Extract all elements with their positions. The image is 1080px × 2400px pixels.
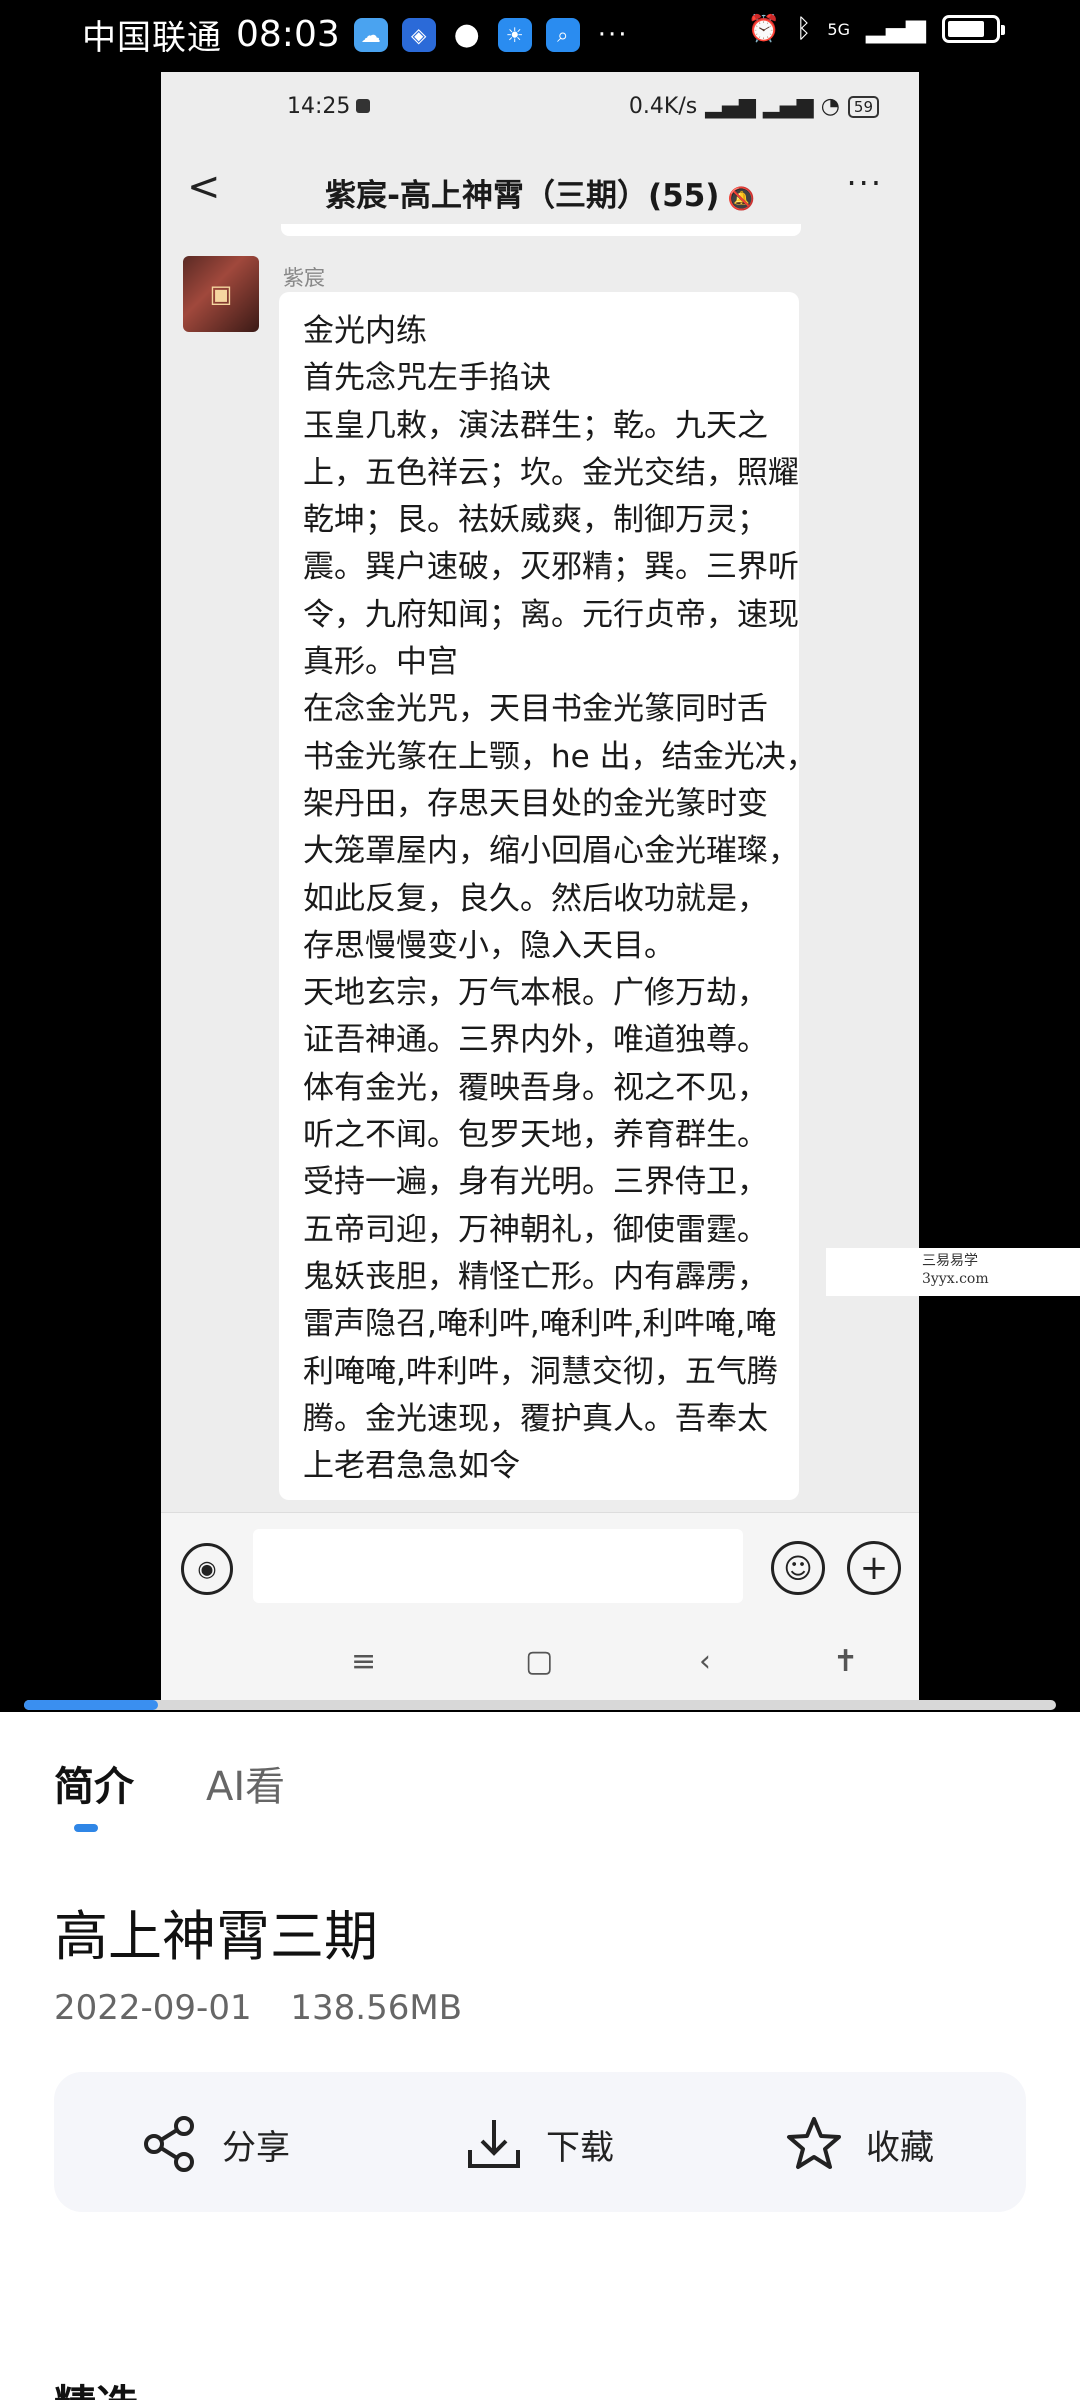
menu-icon: ≡	[351, 1644, 377, 1679]
share-button[interactable]: 分享	[140, 2114, 290, 2174]
tab-ai-view[interactable]: AI看	[206, 1754, 285, 1812]
message-line: 震。巽户速破，灭邪精；巽。三界听	[303, 549, 799, 586]
message-line: 雷声隐召,唵利吽,唵利吽,利吽唵,唵	[303, 1306, 777, 1343]
file-meta: 2022-09-01 138.56MB	[54, 1988, 462, 2028]
favorite-label: 收藏	[866, 2127, 934, 2168]
carrier-name: 中国联通	[82, 18, 222, 58]
message-line: 体有金光，覆映吾身。视之不见，	[303, 1069, 768, 1106]
message-line: 证吾神通。三界内外，唯道独尊。	[303, 1022, 768, 1059]
inner-clock: 14:25	[287, 94, 351, 119]
message-line: 上，五色祥云；坎。金光交结，照耀	[303, 454, 799, 491]
video-frame: 14:25 0.4K/s ▂▄▆ ▂▄▆ ◔ 59 < 紫宸-高上神霄（三期）(…	[161, 72, 919, 1708]
plus-icon: +	[847, 1541, 901, 1595]
inner-battery: 59	[847, 95, 879, 118]
message-bubble: 金光内练首先念咒左手掐诀玉皇几敕，演法群生；乾。九天之 上，五色祥云；坎。金光交结…	[279, 292, 817, 1500]
home-icon: ▢	[525, 1644, 554, 1679]
watermark: 三易易学 3yyx.com	[826, 1248, 1080, 1296]
accessibility-icon: ✝	[833, 1644, 859, 1679]
message-line: 如此反复，良久。然后收功就是，	[303, 880, 768, 917]
previous-message	[281, 224, 801, 236]
download-icon	[468, 2120, 520, 2168]
alarm-icon: ⏰	[747, 14, 780, 44]
watermark-title: 三易易学	[922, 1253, 978, 1269]
inner-status-bar: 14:25 0.4K/s ▂▄▆ ▂▄▆ ◔ 59	[161, 94, 919, 134]
download-button[interactable]: 下载	[464, 2114, 614, 2174]
message-line: 腾。金光速现，覆护真人。吾奉太	[303, 1400, 768, 1437]
share-icon	[144, 2116, 194, 2172]
message-line: 真形。中宫	[303, 644, 458, 681]
download-label: 下载	[546, 2127, 614, 2168]
message-line: 令，九府知闻；离。元行贞帝，速现	[303, 596, 799, 633]
info-panel: 简介 AI看 高上神霄三期 2022-09-01 138.56MB 分享 下载	[0, 1712, 1080, 2400]
tab-intro[interactable]: 简介	[54, 1754, 134, 1812]
battery-icon	[942, 15, 1005, 43]
network-type-icon: 5G	[827, 19, 850, 39]
status-bar: 中国联通 08:03 ☁ ◈ ● ☀ ⌕ ··· ⏰ ᛒ 5G ▂▄▆	[0, 0, 1080, 72]
message-line: 鬼妖丧胆，精怪亡形。内有霹雳，	[303, 1258, 768, 1295]
chat-input-bar: ◉ ☺ +	[161, 1512, 919, 1624]
favorite-button[interactable]: 收藏	[784, 2114, 934, 2174]
weather-icon: ☀	[497, 17, 532, 52]
bluetooth-icon: ᛒ	[795, 14, 812, 44]
avatar: ▣	[183, 256, 259, 332]
section-title: 精选	[54, 2372, 138, 2400]
chat-title: 紫宸-高上神霄（三期）(55)	[325, 178, 720, 214]
message-line: 利唵唵,吽利吽，洞慧交彻，五气腾	[303, 1353, 778, 1390]
message-line: 存思慢慢变小，隐入天目。	[303, 927, 675, 964]
message-line: 在念金光咒，天目书金光篆同时舌	[303, 691, 768, 728]
tab-bar: 简介 AI看	[54, 1754, 285, 1812]
more-icon: ···	[846, 164, 883, 202]
video-progress-bar[interactable]	[24, 1700, 1056, 1710]
video-player[interactable]: 14:25 0.4K/s ▂▄▆ ▂▄▆ ◔ 59 < 紫宸-高上神霄（三期）(…	[0, 72, 1080, 1708]
inner-signal-icon: ▂▄▆ ▂▄▆ ◔	[705, 94, 840, 119]
mute-icon: 🔕	[727, 187, 755, 212]
message-line: 上老君急急如令	[303, 1448, 520, 1485]
message-line: 架丹田，存思天目处的金光篆时变	[303, 785, 768, 822]
emoji-icon: ☺	[771, 1541, 825, 1595]
more-notifications-icon: ···	[597, 19, 629, 50]
progress-fill	[24, 1700, 159, 1710]
message-line: 书金光篆在上颚，he 出，结金光决，	[303, 738, 817, 775]
signal-icon: ▂▄▆	[866, 14, 926, 44]
message-line: 受持一遍，身有光明。三界侍卫，	[303, 1164, 768, 1201]
voice-icon: ◉	[181, 1543, 233, 1595]
action-bar: 分享 下载 收藏	[54, 2072, 1026, 2212]
inner-speed: 0.4K/s	[628, 94, 698, 119]
sender-name: 紫宸	[283, 266, 325, 290]
search-app-icon: ⌕	[545, 17, 580, 52]
clock: 08:03	[236, 14, 340, 55]
message-line: 天地玄宗，万气本根。广修万劫，	[303, 975, 768, 1012]
watermark-url: 3yyx.com	[922, 1271, 989, 1287]
wechat-icon: ●	[453, 17, 480, 52]
back-nav-icon: ‹	[699, 1644, 711, 1679]
app-notification-icon: ◈	[401, 17, 436, 52]
chat-header: < 紫宸-高上神霄（三期）(55) 🔕 ···	[161, 150, 919, 230]
file-date: 2022-09-01	[54, 1988, 252, 2028]
message-line: 首先念咒左手掐诀	[303, 360, 551, 397]
message-line: 听之不闻。包罗天地，养育群生。	[303, 1117, 768, 1154]
message-line: 大笼罩屋内，缩小回眉心金光璀璨，	[303, 833, 799, 870]
file-size: 138.56MB	[290, 1988, 463, 2028]
message-line: 五帝司迎，万神朝礼，御使雷霆。	[303, 1211, 768, 1248]
page-title: 高上神霄三期	[54, 1905, 378, 1968]
message-line: 玉皇几敕，演法群生；乾。九天之	[303, 407, 768, 444]
cloud-app-icon: ☁	[353, 17, 388, 52]
star-icon	[787, 2117, 841, 2169]
share-label: 分享	[222, 2127, 290, 2168]
message-input	[253, 1529, 743, 1603]
inner-nav-bar: ≡ ▢ ‹ ✝	[161, 1624, 919, 1708]
message-line: 乾坤；艮。祛妖威爽，制御万灵；	[303, 502, 768, 539]
message-line: 金光内练	[303, 313, 427, 349]
tab-indicator	[74, 1824, 98, 1832]
